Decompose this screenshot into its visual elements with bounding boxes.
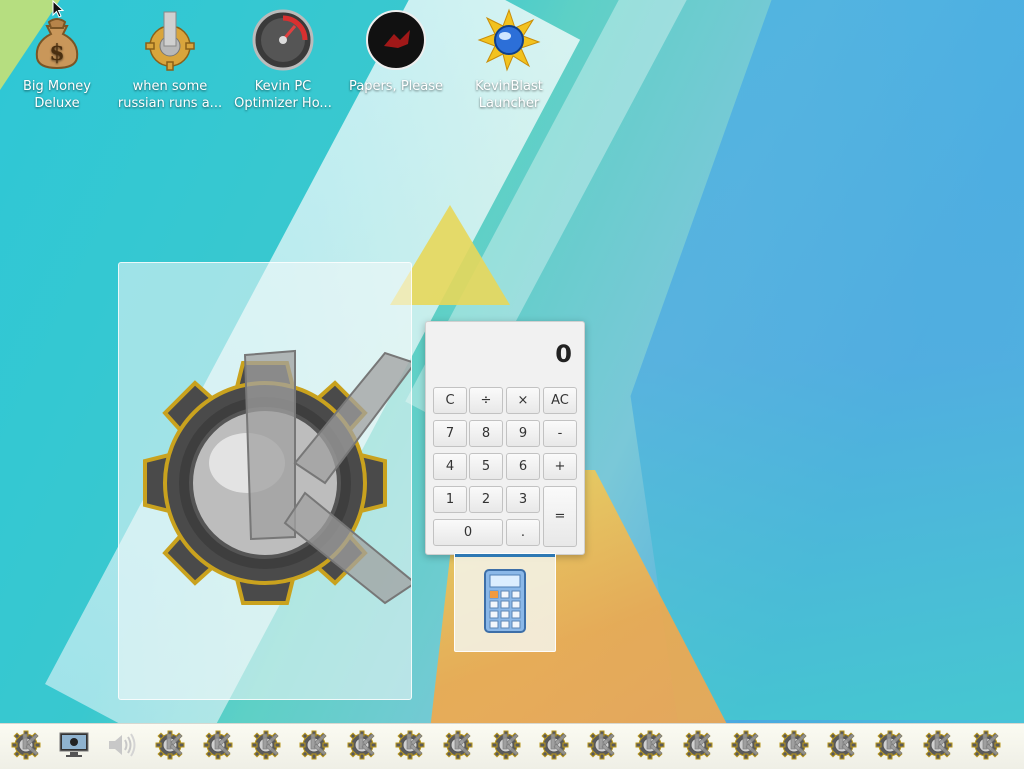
taskbar-kde-gear-button[interactable]	[153, 729, 187, 765]
papers-please-icon	[366, 10, 426, 70]
taskbar-kde-gear-button[interactable]	[441, 729, 475, 765]
desktop-icon-big-money-deluxe[interactable]: $ Big Money Deluxe	[1, 8, 113, 112]
desktop-icon-label: Papers, Please	[348, 79, 444, 94]
mouse-cursor-icon	[52, 0, 64, 18]
calc-plus-button[interactable]: +	[543, 453, 577, 480]
taskbar-kde-gear-button[interactable]	[729, 729, 763, 765]
kde-gear-icon	[826, 729, 858, 765]
taskbar-kde-gear-button[interactable]	[201, 729, 235, 765]
taskbar-kde-gear-button[interactable]	[873, 729, 907, 765]
kde-gear-icon	[970, 729, 1002, 765]
calc-clear-button[interactable]: C	[433, 387, 467, 414]
calc-5-button[interactable]: 5	[469, 453, 503, 480]
calc-7-button[interactable]: 7	[433, 420, 467, 447]
calc-4-button[interactable]: 4	[433, 453, 467, 480]
taskbar-kde-gear-button[interactable]	[921, 729, 955, 765]
desktop-icon-label: when some russian runs a...	[117, 79, 223, 111]
calc-multiply-button[interactable]: ×	[506, 387, 540, 414]
calculator-launcher-preview[interactable]	[454, 553, 556, 652]
taskbar-display-button[interactable]	[57, 731, 91, 763]
kde-gear-icon	[202, 729, 234, 765]
volume-icon	[106, 732, 136, 762]
kde-gear-icon	[730, 729, 762, 765]
calc-0-button[interactable]: 0	[433, 519, 503, 546]
kde-gear-icon	[442, 729, 474, 765]
desktop-icon-russian[interactable]: when some russian runs a...	[114, 8, 226, 112]
desktop-icon-papers-please[interactable]: Papers, Please	[340, 8, 452, 95]
display-icon	[59, 732, 89, 762]
kde-gear-icon	[250, 729, 282, 765]
taskbar-kde-gear-button[interactable]	[297, 729, 331, 765]
calc-2-button[interactable]: 2	[469, 486, 503, 513]
gear-icon	[145, 11, 195, 71]
kde-gear-icon	[682, 729, 714, 765]
splash-panel	[118, 262, 412, 700]
calc-equals-button[interactable]: =	[543, 486, 577, 547]
desktop-icon-label: Kevin PC Optimizer Ho...	[234, 79, 332, 111]
kde-gear-logo-icon	[143, 349, 411, 605]
kde-gear-icon	[778, 729, 810, 765]
taskbar-kde-gear-button[interactable]	[249, 729, 283, 765]
taskbar-kde-gear-button[interactable]	[345, 729, 379, 765]
kde-gear-icon	[154, 729, 186, 765]
preview-accent-bar	[455, 554, 555, 557]
calc-decimal-button[interactable]: .	[506, 519, 540, 546]
taskbar-kde-gear-button[interactable]	[969, 729, 1003, 765]
taskbar-kde-gear-button[interactable]	[489, 729, 523, 765]
kde-gear-icon	[586, 729, 618, 765]
kde-gear-icon	[394, 729, 426, 765]
kde-gear-icon	[346, 729, 378, 765]
taskbar-kde-gear-button[interactable]	[681, 729, 715, 765]
kde-gear-icon	[874, 729, 906, 765]
taskbar-kde-gear-button[interactable]	[393, 729, 427, 765]
calc-3-button[interactable]: 3	[506, 486, 540, 513]
kde-gear-icon	[538, 729, 570, 765]
taskbar-kde-gear-button[interactable]	[537, 729, 571, 765]
taskbar	[0, 723, 1024, 769]
taskbar-kde-gear-button[interactable]	[9, 729, 43, 765]
taskbar-kde-gear-button[interactable]	[777, 729, 811, 765]
calc-6-button[interactable]: 6	[506, 453, 540, 480]
desktop-icon-label: KevinBlast Launcher	[475, 79, 543, 111]
desktop-icon-kevin-pc-optimizer[interactable]: Kevin PC Optimizer Ho...	[227, 8, 339, 112]
calc-divide-button[interactable]: ÷	[469, 387, 503, 414]
kde-gear-icon	[298, 729, 330, 765]
desktop-icon-kevinblast-launcher[interactable]: KevinBlast Launcher	[453, 8, 565, 112]
kde-gear-icon	[922, 729, 954, 765]
svg-text:$: $	[49, 40, 64, 66]
calc-minus-button[interactable]: -	[543, 420, 577, 447]
calculator-window: 0 C ÷ × AC 7 8 9 - 4 5 6 + 1 2 3 = 0 .	[425, 321, 585, 555]
calc-8-button[interactable]: 8	[469, 420, 503, 447]
calculator-display: 0	[555, 340, 572, 368]
taskbar-volume-button[interactable]	[104, 731, 138, 763]
kde-gear-icon	[634, 729, 666, 765]
speedometer-icon	[252, 9, 314, 71]
taskbar-kde-gear-button[interactable]	[585, 729, 619, 765]
taskbar-kde-gear-button[interactable]	[633, 729, 667, 765]
calc-9-button[interactable]: 9	[506, 420, 540, 447]
kde-gear-icon	[10, 729, 42, 765]
calc-all-clear-button[interactable]: AC	[543, 387, 577, 414]
calculator-icon	[484, 569, 526, 633]
kde-gear-icon	[490, 729, 522, 765]
taskbar-kde-gear-button[interactable]	[825, 729, 859, 765]
starburst-disc-icon	[477, 8, 541, 72]
desktop-icon-label: Big Money Deluxe	[22, 79, 91, 111]
calc-1-button[interactable]: 1	[433, 486, 467, 513]
